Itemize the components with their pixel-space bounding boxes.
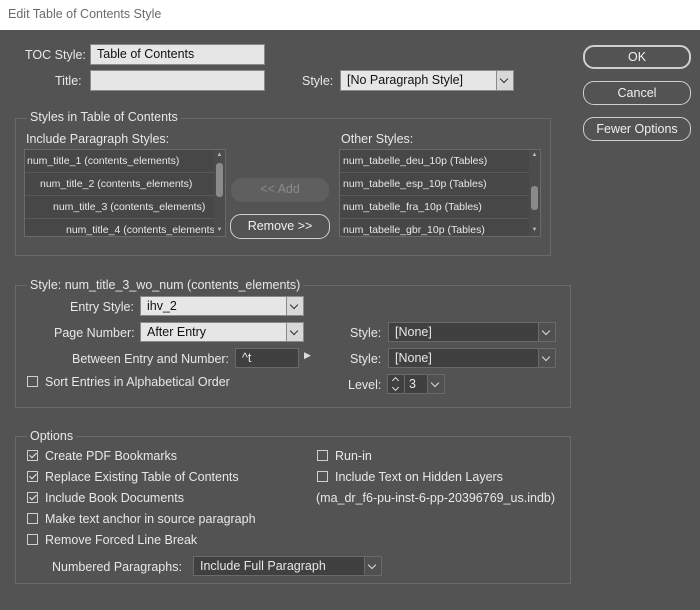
numbered-paragraphs-label: Numbered Paragraphs: [52, 560, 182, 574]
chevron-down-icon [427, 375, 444, 393]
style2-value: [None] [395, 351, 432, 365]
title-style-dropdown[interactable]: [No Paragraph Style] [340, 70, 514, 91]
step-down-icon[interactable] [391, 383, 400, 392]
sort-checkbox[interactable] [27, 376, 38, 387]
other-list-scrollbar[interactable]: ▲ ▼ [529, 150, 540, 236]
page-number-dropdown[interactable]: After Entry [140, 322, 304, 342]
between-label: Between Entry and Number: [72, 352, 230, 366]
chevron-down-icon [496, 71, 513, 90]
entry-style-value: ihv_2 [147, 299, 177, 313]
book-file-name: (ma_dr_f6-pu-inst-6-pp-20396769_us.indb) [316, 491, 556, 505]
title-label: Title: [55, 74, 82, 88]
options-group-label: Options [27, 429, 77, 443]
chevron-down-icon [364, 557, 381, 575]
list-item[interactable]: num_title_4 (contents_elements) [25, 219, 225, 236]
style2-label: Style: [350, 352, 382, 366]
run-in-label: Run-in [335, 449, 372, 463]
scroll-down-icon[interactable]: ▼ [216, 227, 223, 234]
level-stepper[interactable]: 3 [387, 374, 445, 394]
remove-break-label: Remove Forced Line Break [45, 533, 198, 547]
list-item[interactable]: num_tabelle_esp_10p (Tables) [340, 173, 540, 196]
between-style-dropdown[interactable]: [None] [388, 348, 556, 368]
toc-style-field[interactable]: Table of Contents [90, 44, 265, 65]
include-book-checkbox[interactable] [27, 492, 38, 503]
remove-button[interactable]: Remove >> [230, 214, 330, 239]
include-list-scrollbar[interactable]: ▲ ▼ [214, 150, 225, 236]
level-label: Level: [348, 378, 382, 392]
between-field[interactable]: ^t [235, 348, 299, 368]
sort-label: Sort Entries in Alphabetical Order [45, 375, 230, 389]
scroll-thumb[interactable] [216, 163, 223, 197]
list-item[interactable]: num_tabelle_deu_10p (Tables) [340, 150, 540, 173]
special-characters-arrow-icon[interactable]: ▶ [304, 350, 311, 361]
list-item[interactable]: num_title_2 (contents_elements) [25, 173, 225, 196]
include-book-label: Include Book Documents [45, 491, 184, 505]
make-anchor-checkbox[interactable] [27, 513, 38, 524]
styles-group-label: Styles in Table of Contents [27, 110, 181, 124]
scroll-thumb[interactable] [531, 186, 538, 210]
title-field[interactable] [90, 70, 265, 91]
include-styles-label: Include Paragraph Styles: [26, 132, 170, 146]
level-value: 3 [409, 377, 416, 391]
entry-style-dropdown[interactable]: ihv_2 [140, 296, 304, 316]
scroll-up-icon[interactable]: ▲ [216, 152, 223, 159]
chevron-down-icon [286, 323, 303, 341]
window-title: Edit Table of Contents Style [8, 7, 162, 21]
replace-existing-checkbox[interactable] [27, 471, 38, 482]
numbered-paragraphs-value: Include Full Paragraph [200, 559, 326, 573]
ok-button[interactable]: OK [583, 45, 691, 69]
scroll-up-icon[interactable]: ▲ [531, 152, 538, 159]
scroll-down-icon[interactable]: ▼ [531, 227, 538, 234]
chevron-down-icon [538, 349, 555, 367]
make-anchor-label: Make text anchor in source paragraph [45, 512, 256, 526]
title-style-label: Style: [302, 74, 334, 88]
page-number-value: After Entry [147, 325, 207, 339]
other-styles-list[interactable]: num_tabelle_deu_10p (Tables) num_tabelle… [339, 149, 541, 237]
create-pdf-checkbox[interactable] [27, 450, 38, 461]
title-bar: Edit Table of Contents Style [0, 0, 700, 30]
cancel-button[interactable]: Cancel [583, 81, 691, 105]
style1-label: Style: [350, 326, 382, 340]
list-item[interactable]: num_title_1 (contents_elements) [25, 150, 225, 173]
entry-style-label: Entry Style: [70, 300, 134, 314]
add-button[interactable]: << Add [231, 178, 329, 202]
create-pdf-label: Create PDF Bookmarks [45, 449, 177, 463]
list-item[interactable]: num_tabelle_fra_10p (Tables) [340, 196, 540, 219]
remove-break-checkbox[interactable] [27, 534, 38, 545]
include-hidden-checkbox[interactable] [317, 471, 328, 482]
toc-style-label: TOC Style: [25, 48, 86, 62]
chevron-down-icon [286, 297, 303, 315]
style1-value: [None] [395, 325, 432, 339]
list-item[interactable]: num_title_3 (contents_elements) [25, 196, 225, 219]
chevron-down-icon [538, 323, 555, 341]
other-styles-label: Other Styles: [341, 132, 414, 146]
title-style-value: [No Paragraph Style] [347, 73, 464, 87]
page-number-style-dropdown[interactable]: [None] [388, 322, 556, 342]
page-number-label: Page Number: [54, 326, 135, 340]
run-in-checkbox[interactable] [317, 450, 328, 461]
include-styles-list[interactable]: num_title_1 (contents_elements) num_titl… [24, 149, 226, 237]
numbered-paragraphs-dropdown[interactable]: Include Full Paragraph [193, 556, 382, 576]
entry-group-label: Style: num_title_3_wo_num (contents_elem… [27, 278, 304, 292]
level-step-buttons[interactable] [388, 375, 405, 393]
replace-existing-label: Replace Existing Table of Contents [45, 470, 239, 484]
fewer-options-button[interactable]: Fewer Options [583, 117, 691, 141]
include-hidden-label: Include Text on Hidden Layers [335, 470, 503, 484]
list-item[interactable]: num_tabelle_gbr_10p (Tables) [340, 219, 540, 236]
